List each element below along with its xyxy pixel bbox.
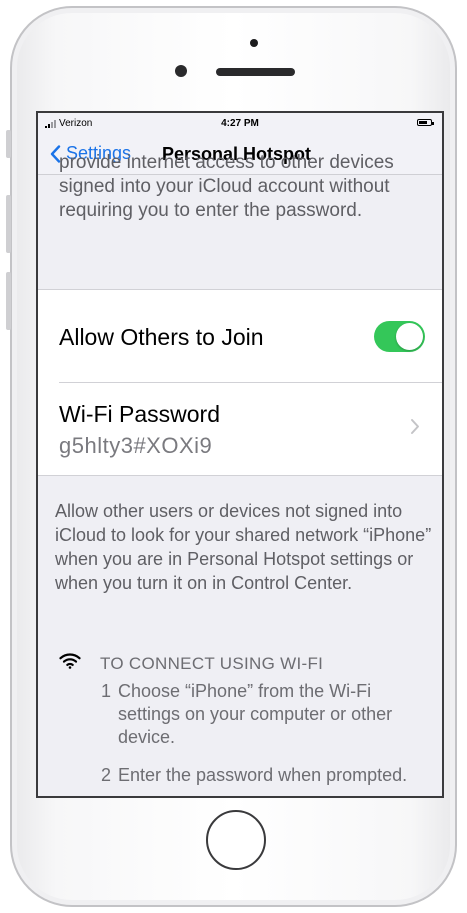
volume-down-button xyxy=(6,272,11,330)
family-sharing-description: provide internet access to other devices… xyxy=(59,152,394,221)
allow-others-toggle[interactable] xyxy=(374,321,425,352)
wifi-password-label: Wi-Fi Password xyxy=(59,401,221,427)
wifi-icon xyxy=(59,653,81,669)
step-text: Choose “iPhone” from the Wi-Fi settings … xyxy=(118,681,393,747)
chevron-right-icon xyxy=(411,419,419,434)
phone-screen: Verizon 4:27 PM Settings Personal Hotspo… xyxy=(36,111,444,798)
step-number: 2 xyxy=(101,765,112,785)
connect-step: 1 Choose “iPhone” from the Wi-Fi settings… xyxy=(101,680,418,749)
toggle-knob xyxy=(396,323,423,350)
home-button[interactable] xyxy=(206,810,266,870)
connect-heading: TO CONNECT USING WI-FI xyxy=(100,654,324,673)
allow-others-row: Allow Others to Join xyxy=(38,290,442,382)
earpiece-speaker xyxy=(216,68,295,76)
connect-step: 2 Enter the password when prompted. xyxy=(101,764,418,787)
front-camera xyxy=(250,39,258,47)
wifi-password-value: g5hlty3#XOXi9 xyxy=(59,433,213,458)
mute-switch xyxy=(6,130,11,158)
proximity-sensor xyxy=(175,65,187,77)
step-text: Enter the password when prompted. xyxy=(118,765,408,785)
hotspot-settings-group: Allow Others to Join Wi-Fi Password g5hl… xyxy=(38,289,442,476)
status-time: 4:27 PM xyxy=(221,118,259,129)
volume-up-button xyxy=(6,195,11,253)
status-bar: Verizon 4:27 PM xyxy=(38,113,442,135)
allow-others-label: Allow Others to Join xyxy=(59,324,264,350)
wifi-password-row[interactable]: Wi-Fi Password g5hlty3#XOXi9 xyxy=(38,383,442,476)
step-number: 1 xyxy=(101,681,112,701)
allow-others-description: Allow other users or devices not signed … xyxy=(55,501,432,593)
battery-icon xyxy=(417,119,434,126)
